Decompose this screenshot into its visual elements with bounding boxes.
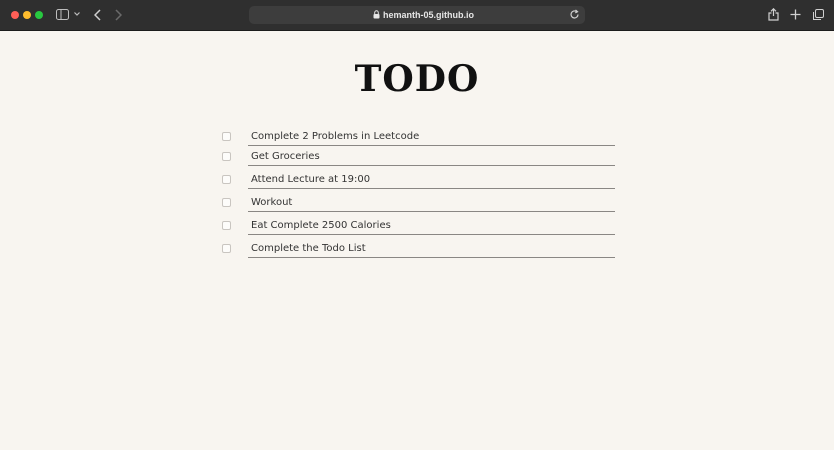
todo-checkbox[interactable] xyxy=(222,198,231,207)
todo-text[interactable]: Complete 2 Problems in Leetcode xyxy=(248,128,615,146)
todo-item: Workout xyxy=(222,194,615,217)
todo-item: Eat Complete 2500 Calories xyxy=(222,217,615,240)
share-icon[interactable] xyxy=(768,8,779,21)
todo-item: Get Groceries xyxy=(222,148,615,171)
url-text: hemanth-05.github.io xyxy=(383,10,474,20)
todo-checkbox[interactable] xyxy=(222,244,231,253)
address-bar[interactable]: hemanth-05.github.io xyxy=(249,6,585,24)
todo-list: Complete 2 Problems in Leetcode Get Groc… xyxy=(222,125,615,263)
todo-text[interactable]: Complete the Todo List xyxy=(248,240,615,258)
zoom-window-button[interactable] xyxy=(35,11,43,19)
todo-checkbox[interactable] xyxy=(222,175,231,184)
todo-item: Complete the Todo List xyxy=(222,240,615,263)
todo-checkbox[interactable] xyxy=(222,221,231,230)
tabs-overview-icon[interactable] xyxy=(812,9,824,21)
todo-checkbox[interactable] xyxy=(222,132,231,141)
minimize-window-button[interactable] xyxy=(23,11,31,19)
todo-item: Attend Lecture at 19:00 xyxy=(222,171,615,194)
todo-text[interactable]: Get Groceries xyxy=(248,148,615,166)
new-tab-icon[interactable] xyxy=(790,9,801,20)
todo-text[interactable]: Attend Lecture at 19:00 xyxy=(248,171,615,189)
forward-icon[interactable] xyxy=(115,9,122,21)
todo-text[interactable]: Eat Complete 2500 Calories xyxy=(248,217,615,235)
reload-icon[interactable] xyxy=(569,9,580,20)
chevron-down-icon[interactable] xyxy=(74,12,80,16)
browser-toolbar: hemanth-05.github.io xyxy=(0,0,834,31)
todo-checkbox[interactable] xyxy=(222,152,231,161)
lock-icon xyxy=(373,10,380,19)
page-title: TODO xyxy=(354,58,480,100)
close-window-button[interactable] xyxy=(11,11,19,19)
sidebar-icon[interactable] xyxy=(56,9,69,20)
todo-text[interactable]: Workout xyxy=(248,194,615,212)
back-icon[interactable] xyxy=(94,9,101,21)
